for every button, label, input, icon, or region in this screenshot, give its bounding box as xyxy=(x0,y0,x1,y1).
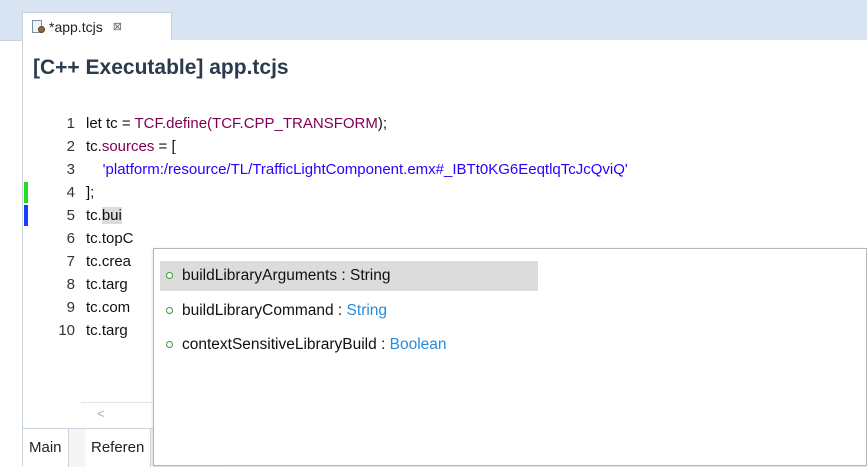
code-line-5[interactable]: 5 tc.bui xyxy=(23,204,867,227)
line-number: 10 xyxy=(58,322,75,339)
line-number: 6 xyxy=(66,230,75,247)
code-text: tc.targ xyxy=(86,322,128,339)
editor-header-title: [C++ Executable] app.tcjs xyxy=(33,56,289,79)
tcjs-file-icon xyxy=(31,19,45,34)
line-number: 2 xyxy=(66,138,75,155)
autocomplete-item[interactable]: contextSensitiveLibraryBuild : Boolean xyxy=(160,330,538,360)
code-text: ]; xyxy=(86,184,95,201)
code-text: tc.bui xyxy=(86,207,122,224)
code-text: let tc = TCF.define(TCF.CPP_TRANSFORM); xyxy=(86,115,388,132)
code-text: tc.sources = [ xyxy=(86,138,176,155)
line-number: 5 xyxy=(66,207,75,224)
tab-app-tcjs[interactable]: *app.tcjs ⊠ xyxy=(22,12,172,40)
tab-main[interactable]: Main xyxy=(23,429,69,467)
code-line-1[interactable]: 1 let tc = TCF.define(TCF.CPP_TRANSFORM)… xyxy=(23,112,867,135)
code-line-4[interactable]: 4 ]; xyxy=(23,181,867,204)
line-number: 3 xyxy=(66,161,75,178)
code-text: tc.crea xyxy=(86,253,132,270)
autocomplete-popup: buildLibraryArguments : String buildLibr… xyxy=(153,248,867,466)
code-text: tc.targ xyxy=(86,276,128,293)
line-number: 8 xyxy=(66,276,75,293)
tab-title: *app.tcjs xyxy=(49,18,103,35)
field-icon xyxy=(166,272,173,279)
code-line-6[interactable]: 6 tc.topC xyxy=(23,227,867,250)
tab-references[interactable]: Referen xyxy=(85,429,152,467)
field-icon xyxy=(166,341,173,348)
field-icon xyxy=(166,307,173,314)
editor-tab-bar: *app.tcjs ⊠ xyxy=(0,0,867,41)
code-text: 'platform:/resource/TL/TrafficLightCompo… xyxy=(86,161,628,178)
line-number: 7 xyxy=(66,253,75,270)
code-text: tc.topC xyxy=(86,230,134,247)
code-text: tc.com xyxy=(86,299,131,316)
line-number: 4 xyxy=(66,184,75,201)
autocomplete-item[interactable]: buildLibraryCommand : String xyxy=(160,296,538,326)
line-number: 9 xyxy=(66,299,75,316)
line-number: 1 xyxy=(66,115,75,132)
scroll-left-icon[interactable]: < xyxy=(97,406,105,421)
code-line-3[interactable]: 3 'platform:/resource/TL/TrafficLightCom… xyxy=(23,158,867,181)
code-line-2[interactable]: 2 tc.sources = [ xyxy=(23,135,867,158)
close-icon[interactable]: ⊠ xyxy=(113,20,122,33)
autocomplete-item[interactable]: buildLibraryArguments : String xyxy=(160,261,538,291)
